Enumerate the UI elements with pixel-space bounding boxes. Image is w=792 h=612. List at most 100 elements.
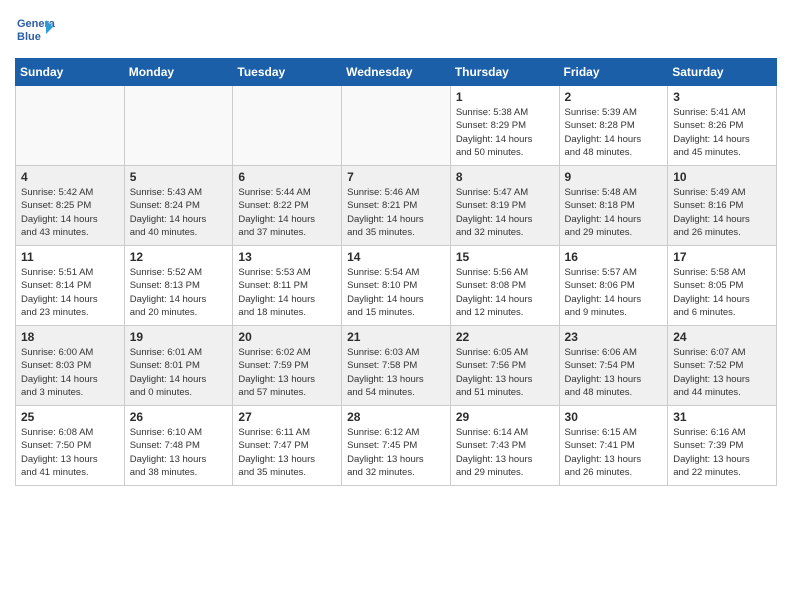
calendar-cell: 27 Sunrise: 6:11 AM Sunset: 7:47 PM Dayli… (233, 406, 342, 486)
day-number: 24 (673, 330, 771, 344)
day-info: Sunrise: 6:01 AM Sunset: 8:01 PM Dayligh… (130, 346, 228, 399)
calendar-cell: 13 Sunrise: 5:53 AM Sunset: 8:11 PM Dayli… (233, 246, 342, 326)
calendar-cell: 28 Sunrise: 6:12 AM Sunset: 7:45 PM Dayli… (342, 406, 451, 486)
day-number: 2 (565, 90, 663, 104)
calendar-cell: 17Sunrise: 5:58 AM Sunset: 8:05 PM Dayli… (668, 246, 777, 326)
day-info: Sunrise: 5:56 AM Sunset: 8:08 PM Dayligh… (456, 266, 554, 319)
calendar-cell: 18Sunrise: 6:00 AM Sunset: 8:03 PM Dayli… (16, 326, 125, 406)
day-info: Sunrise: 5:47 AM Sunset: 8:19 PM Dayligh… (456, 186, 554, 239)
day-number: 16 (565, 250, 663, 264)
calendar-cell: 16 Sunrise: 5:57 AM Sunset: 8:06 PM Dayli… (559, 246, 668, 326)
calendar-cell (124, 86, 233, 166)
day-info: Sunrise: 6:05 AM Sunset: 7:56 PM Dayligh… (456, 346, 554, 399)
calendar-cell: 4Sunrise: 5:42 AM Sunset: 8:25 PM Daylig… (16, 166, 125, 246)
col-header-tuesday: Tuesday (233, 59, 342, 86)
day-info: Sunrise: 5:39 AM Sunset: 8:28 PM Dayligh… (565, 106, 663, 159)
day-info: Sunrise: 6:12 AM Sunset: 7:45 PM Dayligh… (347, 426, 445, 479)
calendar-cell: 14 Sunrise: 5:54 AM Sunset: 8:10 PM Dayli… (342, 246, 451, 326)
day-number: 11 (21, 250, 119, 264)
day-number: 19 (130, 330, 228, 344)
day-info: Sunrise: 5:41 AM Sunset: 8:26 PM Dayligh… (673, 106, 771, 159)
day-number: 28 (347, 410, 445, 424)
day-info: Sunrise: 6:10 AM Sunset: 7:48 PM Dayligh… (130, 426, 228, 479)
calendar-table: SundayMondayTuesdayWednesdayThursdayFrid… (15, 58, 777, 486)
day-info: Sunrise: 5:46 AM Sunset: 8:21 PM Dayligh… (347, 186, 445, 239)
day-number: 30 (565, 410, 663, 424)
day-info: Sunrise: 5:52 AM Sunset: 8:13 PM Dayligh… (130, 266, 228, 319)
day-info: Sunrise: 5:53 AM Sunset: 8:11 PM Dayligh… (238, 266, 336, 319)
day-info: Sunrise: 5:43 AM Sunset: 8:24 PM Dayligh… (130, 186, 228, 239)
day-number: 1 (456, 90, 554, 104)
day-number: 21 (347, 330, 445, 344)
day-number: 6 (238, 170, 336, 184)
col-header-thursday: Thursday (450, 59, 559, 86)
calendar-cell: 21 Sunrise: 6:03 AM Sunset: 7:58 PM Dayli… (342, 326, 451, 406)
logo: General Blue (15, 10, 53, 48)
calendar-cell: 31 Sunrise: 6:16 AM Sunset: 7:39 PM Dayli… (668, 406, 777, 486)
calendar-cell (233, 86, 342, 166)
col-header-sunday: Sunday (16, 59, 125, 86)
day-number: 13 (238, 250, 336, 264)
day-info: Sunrise: 6:02 AM Sunset: 7:59 PM Dayligh… (238, 346, 336, 399)
calendar-cell: 6 Sunrise: 5:44 AM Sunset: 8:22 PM Daylig… (233, 166, 342, 246)
calendar-cell: 15 Sunrise: 5:56 AM Sunset: 8:08 PM Dayli… (450, 246, 559, 326)
day-info: Sunrise: 6:07 AM Sunset: 7:52 PM Dayligh… (673, 346, 771, 399)
calendar-cell (16, 86, 125, 166)
day-number: 17 (673, 250, 771, 264)
calendar-cell: 1 Sunrise: 5:38 AM Sunset: 8:29 PM Daylig… (450, 86, 559, 166)
day-number: 9 (565, 170, 663, 184)
day-info: Sunrise: 5:48 AM Sunset: 8:18 PM Dayligh… (565, 186, 663, 239)
day-info: Sunrise: 5:57 AM Sunset: 8:06 PM Dayligh… (565, 266, 663, 319)
svg-text:Blue: Blue (17, 31, 41, 43)
day-number: 4 (21, 170, 119, 184)
col-header-wednesday: Wednesday (342, 59, 451, 86)
calendar-cell: 9 Sunrise: 5:48 AM Sunset: 8:18 PM Daylig… (559, 166, 668, 246)
calendar-cell: 26 Sunrise: 6:10 AM Sunset: 7:48 PM Dayli… (124, 406, 233, 486)
day-info: Sunrise: 5:49 AM Sunset: 8:16 PM Dayligh… (673, 186, 771, 239)
day-info: Sunrise: 6:00 AM Sunset: 8:03 PM Dayligh… (21, 346, 119, 399)
day-info: Sunrise: 6:15 AM Sunset: 7:41 PM Dayligh… (565, 426, 663, 479)
day-info: Sunrise: 6:03 AM Sunset: 7:58 PM Dayligh… (347, 346, 445, 399)
day-number: 31 (673, 410, 771, 424)
calendar-cell: 5 Sunrise: 5:43 AM Sunset: 8:24 PM Daylig… (124, 166, 233, 246)
day-info: Sunrise: 5:44 AM Sunset: 8:22 PM Dayligh… (238, 186, 336, 239)
day-number: 26 (130, 410, 228, 424)
calendar-cell: 7 Sunrise: 5:46 AM Sunset: 8:21 PM Daylig… (342, 166, 451, 246)
calendar-cell: 24 Sunrise: 6:07 AM Sunset: 7:52 PM Dayli… (668, 326, 777, 406)
day-number: 25 (21, 410, 119, 424)
day-info: Sunrise: 5:38 AM Sunset: 8:29 PM Dayligh… (456, 106, 554, 159)
calendar-cell: 8Sunrise: 5:47 AM Sunset: 8:19 PM Daylig… (450, 166, 559, 246)
calendar-cell: 19 Sunrise: 6:01 AM Sunset: 8:01 PM Dayli… (124, 326, 233, 406)
calendar-cell: 29Sunrise: 6:14 AM Sunset: 7:43 PM Dayli… (450, 406, 559, 486)
col-header-saturday: Saturday (668, 59, 777, 86)
col-header-friday: Friday (559, 59, 668, 86)
day-info: Sunrise: 6:11 AM Sunset: 7:47 PM Dayligh… (238, 426, 336, 479)
day-number: 3 (673, 90, 771, 104)
day-number: 12 (130, 250, 228, 264)
day-number: 27 (238, 410, 336, 424)
day-number: 14 (347, 250, 445, 264)
day-number: 7 (347, 170, 445, 184)
day-number: 23 (565, 330, 663, 344)
calendar-cell: 3 Sunrise: 5:41 AM Sunset: 8:26 PM Daylig… (668, 86, 777, 166)
page-header: General Blue (15, 10, 777, 48)
calendar-cell: 12 Sunrise: 5:52 AM Sunset: 8:13 PM Dayli… (124, 246, 233, 326)
day-info: Sunrise: 6:06 AM Sunset: 7:54 PM Dayligh… (565, 346, 663, 399)
col-header-monday: Monday (124, 59, 233, 86)
day-info: Sunrise: 6:08 AM Sunset: 7:50 PM Dayligh… (21, 426, 119, 479)
calendar-cell: 2 Sunrise: 5:39 AM Sunset: 8:28 PM Daylig… (559, 86, 668, 166)
day-info: Sunrise: 5:51 AM Sunset: 8:14 PM Dayligh… (21, 266, 119, 319)
calendar-cell (342, 86, 451, 166)
calendar-cell: 10 Sunrise: 5:49 AM Sunset: 8:16 PM Dayli… (668, 166, 777, 246)
day-number: 29 (456, 410, 554, 424)
calendar-cell: 30 Sunrise: 6:15 AM Sunset: 7:41 PM Dayli… (559, 406, 668, 486)
calendar-cell: 20 Sunrise: 6:02 AM Sunset: 7:59 PM Dayli… (233, 326, 342, 406)
day-number: 5 (130, 170, 228, 184)
day-info: Sunrise: 6:16 AM Sunset: 7:39 PM Dayligh… (673, 426, 771, 479)
calendar-cell: 23 Sunrise: 6:06 AM Sunset: 7:54 PM Dayli… (559, 326, 668, 406)
day-number: 10 (673, 170, 771, 184)
day-info: Sunrise: 5:54 AM Sunset: 8:10 PM Dayligh… (347, 266, 445, 319)
day-number: 15 (456, 250, 554, 264)
day-number: 20 (238, 330, 336, 344)
calendar-cell: 25 Sunrise: 6:08 AM Sunset: 7:50 PM Dayli… (16, 406, 125, 486)
